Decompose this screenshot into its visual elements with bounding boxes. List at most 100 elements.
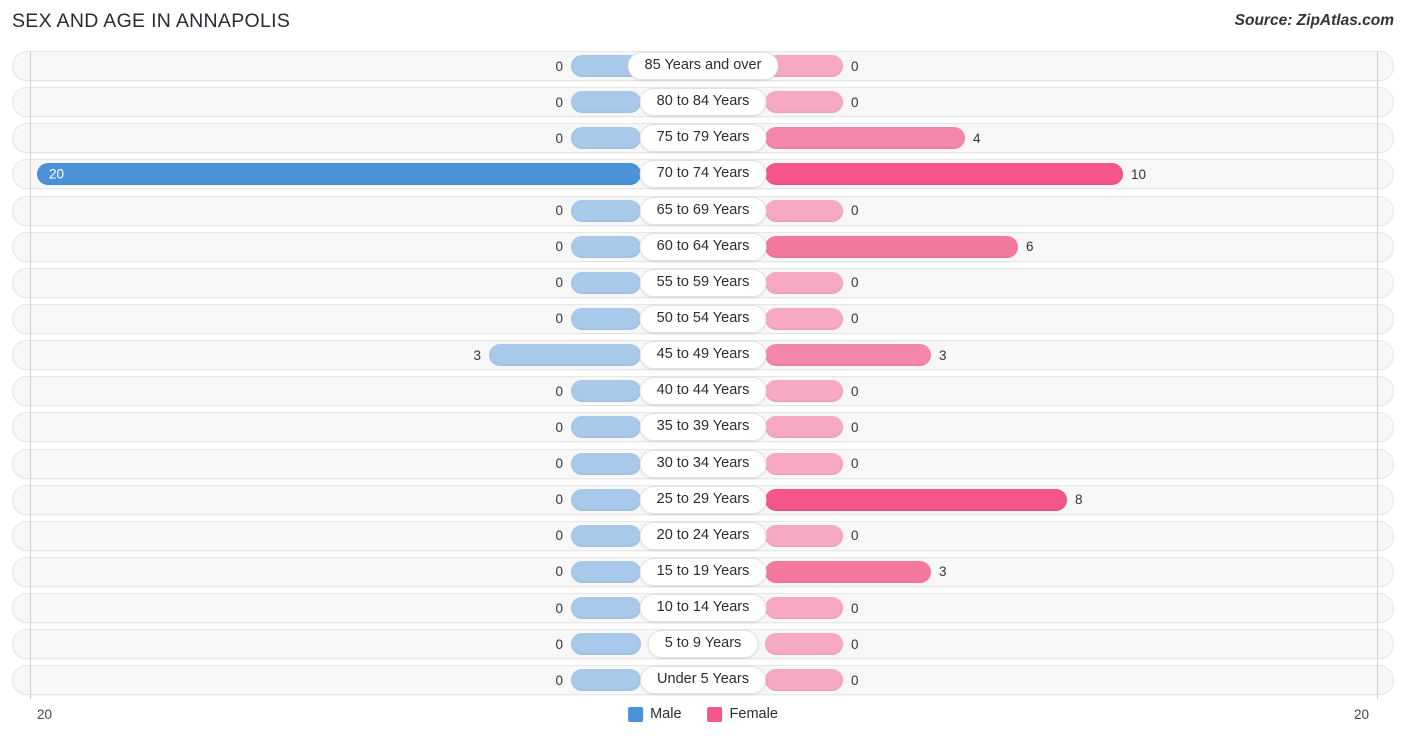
male-bar[interactable] — [571, 416, 641, 439]
table-row[interactable]: 0 0 65 to 69 Years — [12, 195, 1394, 226]
male-bar[interactable] — [571, 488, 641, 511]
female-bar[interactable] — [765, 163, 1123, 186]
female-bar[interactable] — [765, 524, 843, 547]
age-group-label: 70 to 74 Years — [639, 160, 767, 189]
table-row[interactable]: 0 0 40 to 44 Years — [12, 376, 1394, 407]
male-bar-group: 0 — [13, 413, 641, 441]
table-row[interactable]: 0 0 5 to 9 Years — [12, 629, 1395, 660]
age-group-label: 85 Years and over — [627, 52, 779, 80]
male-bar[interactable] — [571, 199, 641, 222]
male-bar-group: 0 — [13, 558, 641, 586]
male-bar[interactable] — [571, 452, 641, 475]
female-bar-group: 3 — [765, 558, 1395, 586]
age-group-label: 20 to 24 Years — [639, 521, 767, 550]
male-bar-group: 0 — [13, 52, 641, 80]
male-value-label: 0 — [555, 600, 563, 616]
female-bar-group: 10 — [765, 160, 1395, 188]
table-row[interactable]: 0 0 20 to 24 Years — [12, 520, 1395, 551]
female-bar[interactable] — [765, 452, 843, 475]
female-bar[interactable] — [765, 416, 843, 439]
legend-item-female[interactable]: Female — [707, 706, 778, 722]
table-row[interactable]: 0 6 60 to 64 Years — [12, 231, 1395, 262]
female-bar[interactable] — [765, 91, 843, 114]
female-value-label: 0 — [851, 383, 859, 399]
legend-label-female: Female — [729, 706, 778, 722]
age-group-label: 75 to 79 Years — [639, 124, 767, 153]
female-bar[interactable] — [765, 380, 843, 403]
male-bar[interactable] — [571, 597, 641, 620]
male-bar[interactable]: 20 — [37, 163, 641, 186]
female-bar[interactable] — [765, 669, 843, 692]
male-bar[interactable] — [489, 344, 641, 367]
male-value-label: 20 — [49, 166, 65, 182]
female-bar[interactable] — [765, 488, 1067, 511]
male-bar[interactable] — [571, 524, 641, 547]
female-bar[interactable] — [765, 199, 843, 222]
table-row[interactable]: 3 3 45 to 49 Years — [12, 340, 1394, 371]
female-bar[interactable] — [765, 235, 1018, 258]
legend-item-male[interactable]: Male — [628, 706, 682, 722]
male-bar[interactable] — [571, 669, 641, 692]
male-bar[interactable] — [571, 235, 641, 258]
female-bar-group: 0 — [765, 522, 1395, 550]
table-row[interactable]: 0 0 50 to 54 Years — [12, 303, 1395, 334]
table-row[interactable]: 0 4 75 to 79 Years — [12, 123, 1394, 154]
female-bar-group: 6 — [765, 233, 1395, 261]
female-bar-group: 0 — [765, 666, 1395, 694]
female-bar[interactable] — [765, 560, 931, 583]
female-value-label: 8 — [1075, 492, 1083, 508]
female-bar-group: 0 — [765, 52, 1395, 80]
male-value-label: 0 — [555, 203, 563, 219]
male-bar-group: 20 — [13, 160, 641, 188]
table-row[interactable]: 0 0 55 to 59 Years — [12, 267, 1394, 298]
male-value-label: 0 — [555, 564, 563, 580]
male-bar[interactable] — [571, 127, 641, 150]
age-group-label: 40 to 44 Years — [639, 377, 767, 406]
female-bar[interactable] — [765, 344, 931, 367]
male-bar[interactable] — [571, 380, 641, 403]
female-bar-group: 0 — [765, 305, 1395, 333]
female-bar[interactable] — [765, 597, 843, 620]
male-bar[interactable] — [571, 560, 641, 583]
male-bar-group: 0 — [13, 233, 641, 261]
male-value-label: 0 — [555, 383, 563, 399]
age-group-label: 5 to 9 Years — [647, 630, 759, 659]
axis-line-left — [30, 51, 31, 699]
male-value-label: 0 — [555, 275, 563, 291]
age-group-label: 80 to 84 Years — [639, 88, 767, 117]
table-row[interactable]: 0 8 25 to 29 Years — [12, 484, 1394, 515]
table-row[interactable]: 0 0 35 to 39 Years — [12, 412, 1395, 443]
table-row[interactable]: 0 0 85 Years and over — [12, 51, 1394, 81]
female-bar-group: 0 — [765, 630, 1395, 658]
age-group-label: 30 to 34 Years — [639, 449, 767, 478]
table-row[interactable]: 0 0 10 to 14 Years — [12, 593, 1394, 624]
population-pyramid-chart: SEX AND AGE IN ANNAPOLIS Source: ZipAtla… — [0, 0, 1406, 740]
male-value-label: 0 — [555, 492, 563, 508]
female-bar-group: 0 — [765, 413, 1395, 441]
female-value-label: 4 — [973, 130, 981, 146]
female-bar[interactable] — [765, 127, 965, 150]
male-bar-group: 0 — [13, 305, 641, 333]
female-bar[interactable] — [765, 271, 843, 294]
female-bar[interactable] — [765, 633, 843, 656]
female-bar-group: 0 — [765, 450, 1395, 478]
table-row[interactable]: 0 0 80 to 84 Years — [12, 87, 1394, 118]
female-bar[interactable] — [765, 307, 843, 330]
male-color-swatch-icon — [628, 706, 644, 722]
male-bar[interactable] — [571, 307, 641, 330]
female-value-label: 0 — [851, 419, 859, 435]
male-bar-group: 0 — [13, 197, 641, 225]
table-row[interactable]: 0 0 30 to 34 Years — [12, 448, 1395, 479]
male-bar[interactable] — [571, 633, 641, 656]
male-value-label: 0 — [555, 636, 563, 652]
table-row[interactable]: 0 0 Under 5 Years — [12, 665, 1395, 696]
male-bar-group: 0 — [13, 486, 641, 514]
age-group-label: 50 to 54 Years — [639, 304, 767, 333]
male-bar[interactable] — [571, 91, 641, 114]
male-bar[interactable] — [571, 271, 641, 294]
table-row[interactable]: 0 3 15 to 19 Years — [12, 556, 1395, 587]
chart-legend: Male Female — [628, 706, 778, 722]
male-value-label: 0 — [555, 528, 563, 544]
table-row[interactable]: 20 10 70 to 74 Years — [12, 159, 1395, 190]
female-value-label: 0 — [851, 528, 859, 544]
